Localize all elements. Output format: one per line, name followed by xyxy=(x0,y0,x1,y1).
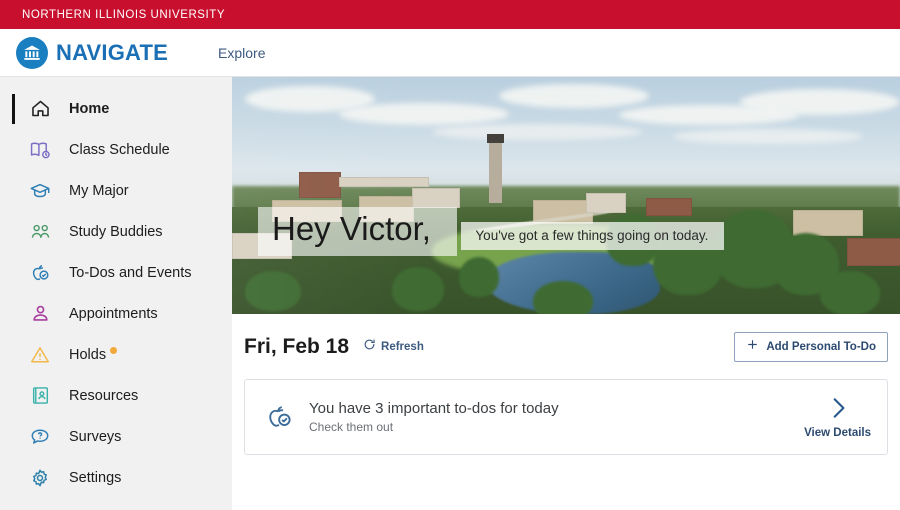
sidebar-item-class-schedule[interactable]: Class Schedule xyxy=(0,129,232,170)
sidebar-item-label: Study Buddies xyxy=(69,223,163,240)
sidebar-item-label: Resources xyxy=(69,387,139,404)
sidebar-item-resources[interactable]: Resources xyxy=(0,375,232,416)
sidebar-item-appointments[interactable]: Appointments xyxy=(0,293,232,334)
brand-name: NAVIGATE xyxy=(56,39,169,65)
nav-link-explore[interactable]: Explore xyxy=(218,45,265,61)
sidebar-item-label: Surveys xyxy=(69,428,122,445)
refresh-label: Refresh xyxy=(381,341,424,353)
todo-card-wrapper: You have 3 important to-dos for today Ch… xyxy=(232,366,900,455)
greeting-subtitle: You've got a few things going on today. xyxy=(461,222,725,250)
two-people-icon xyxy=(28,220,52,244)
sidebar-item-label: Holds xyxy=(69,346,118,363)
brand[interactable]: NAVIGATE xyxy=(16,36,169,69)
todo-card-title: You have 3 important to-dos for today xyxy=(309,400,559,417)
sidebar-item-settings[interactable]: Settings xyxy=(0,457,232,498)
view-details-button[interactable]: View Details xyxy=(804,395,871,439)
sidebar-item-holds[interactable]: Holds xyxy=(0,334,232,375)
plus-icon xyxy=(746,338,759,356)
todo-summary-card[interactable]: You have 3 important to-dos for today Ch… xyxy=(244,379,888,455)
add-personal-todo-button[interactable]: Add Personal To-Do xyxy=(734,332,888,362)
bank-building-icon xyxy=(16,36,48,69)
date-row: Fri, Feb 18 Refresh Add Personal To-Do xyxy=(232,314,900,366)
graduation-cap-icon xyxy=(28,179,52,203)
university-bar: NORTHERN ILLINOIS UNIVERSITY xyxy=(0,0,900,29)
view-details-label: View Details xyxy=(804,427,871,439)
sidebar-item-label: My Major xyxy=(69,182,129,199)
sidebar-item-label: To-Dos and Events xyxy=(69,264,192,281)
open-book-clock-icon xyxy=(28,138,52,162)
sidebar: Home Class Schedule My Major Study Buddi… xyxy=(0,77,232,510)
sidebar-item-home[interactable]: Home xyxy=(0,88,232,129)
greeting-block: Hey Victor, You've got a few things goin… xyxy=(258,207,725,256)
current-date: Fri, Feb 18 xyxy=(244,335,350,358)
holds-text: Holds xyxy=(69,346,107,363)
refresh-button[interactable]: Refresh xyxy=(363,338,424,356)
hero-banner: Hey Victor, You've got a few things goin… xyxy=(232,77,900,314)
status-badge xyxy=(110,346,118,354)
app-header: NAVIGATE Explore xyxy=(0,29,900,77)
apple-check-icon xyxy=(28,261,52,285)
sidebar-item-label: Home xyxy=(69,100,110,117)
home-icon xyxy=(28,97,52,121)
sidebar-item-todos-and-events[interactable]: To-Dos and Events xyxy=(0,252,232,293)
speech-bubble-question-icon xyxy=(28,425,52,449)
sidebar-item-label: Class Schedule xyxy=(69,141,170,158)
todo-card-subtitle: Check them out xyxy=(309,420,394,434)
refresh-icon xyxy=(363,338,376,356)
main-content: Hey Victor, You've got a few things goin… xyxy=(232,77,900,510)
navigate-student-app: NORTHERN ILLINOIS UNIVERSITY NAVIGATE Ex… xyxy=(0,0,900,510)
chevron-right-icon xyxy=(825,395,851,426)
sidebar-item-surveys[interactable]: Surveys xyxy=(0,416,232,457)
sidebar-item-label: Settings xyxy=(69,469,122,486)
sidebar-item-study-buddies[interactable]: Study Buddies xyxy=(0,211,232,252)
apple-check-icon xyxy=(259,402,299,432)
university-name: NORTHERN ILLINOIS UNIVERSITY xyxy=(22,8,226,21)
todo-card-text: You have 3 important to-dos for today Ch… xyxy=(309,400,559,434)
id-card-icon xyxy=(28,384,52,408)
sidebar-item-label: Appointments xyxy=(69,305,158,322)
page-title: Hey Victor, xyxy=(258,207,457,256)
sidebar-item-my-major[interactable]: My Major xyxy=(0,170,232,211)
add-personal-todo-label: Add Personal To-Do xyxy=(766,341,876,353)
gear-icon xyxy=(28,466,52,490)
person-icon xyxy=(28,302,52,326)
aerial-campus-photo xyxy=(232,77,900,314)
warning-triangle-icon xyxy=(28,343,52,367)
